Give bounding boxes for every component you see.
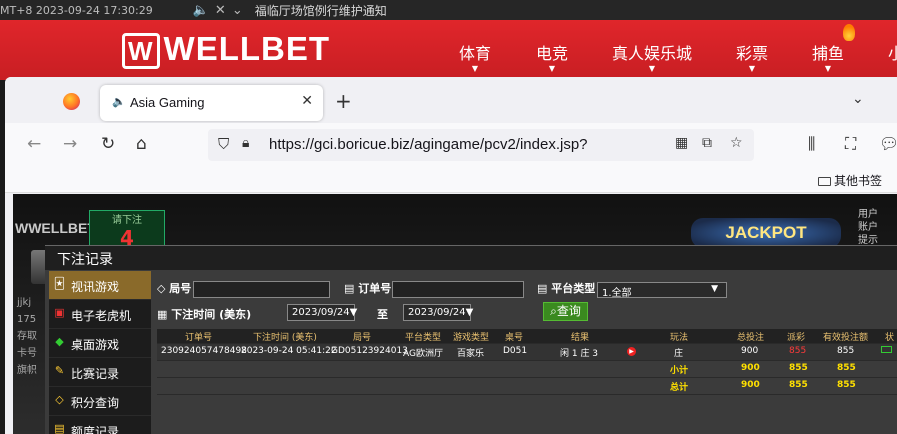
- bookmark-folder-other[interactable]: 其他书签: [818, 172, 882, 189]
- menu-live-games[interactable]: 🃏 视讯游戏: [49, 271, 151, 300]
- nav-esports[interactable]: 电竞 ▼: [536, 40, 568, 73]
- nav-lottery[interactable]: 彩票 ▼: [736, 40, 768, 73]
- tab-asia-gaming[interactable]: 🔈 Asia Gaming ✕: [100, 85, 323, 121]
- chevron-down-icon: ▼: [471, 64, 479, 73]
- lock-icon[interactable]: 🔒︎: [242, 135, 249, 151]
- slot-icon: ▣: [54, 306, 65, 319]
- game-logo: WWELLBET: [15, 220, 96, 236]
- chevron-down-icon: ▼: [748, 64, 756, 73]
- flame-icon: [843, 24, 855, 41]
- order-input[interactable]: [392, 281, 524, 298]
- platform-label: ▤ 平台类型: [537, 282, 596, 295]
- chips-icon: ◆: [55, 335, 64, 348]
- bookmarks-bar: 其他书签: [5, 167, 897, 193]
- site-header: W WELLBET 体育 ▼ 电竞 ▼ 真人娱乐城 ▼ 彩票 ▼ 捕鱼 ▼ 小: [0, 20, 897, 80]
- chevron-down-icon: ▼: [711, 284, 718, 294]
- reload-icon[interactable]: ↻: [101, 134, 115, 154]
- library-icon[interactable]: ⫼: [808, 134, 815, 154]
- right-info: 用户 账户 提示: [858, 209, 878, 246]
- crop-icon[interactable]: ⛶: [845, 134, 856, 154]
- url-text[interactable]: https://gci.boricue.biz/agingame/pcv2/in…: [269, 136, 588, 153]
- bet-table: 订单号 下注时间 (美东) 局号 平台类型 游戏类型 桌号 结果 玩法 总投注 …: [157, 329, 897, 395]
- bet-record-dialog: 下注记录 🃏 视讯游戏 ▣ 电子老虎机 ◆ 桌面游戏 ✎ 比赛记录 ◇ 积分查询 ▤ 额度记…: [45, 245, 897, 434]
- shield-icon[interactable]: ⛉: [218, 135, 229, 153]
- forward-icon[interactable]: →: [63, 134, 77, 154]
- chevron-down-icon[interactable]: ⌄: [852, 91, 864, 107]
- menu-table-games[interactable]: ◆ 桌面游戏: [49, 329, 151, 358]
- tab-title: Asia Gaming: [130, 95, 205, 110]
- chat-icon[interactable]: 💬︎: [879, 134, 897, 153]
- chevron-down-icon: ▼: [648, 64, 656, 73]
- time-label: ▦ 下注时间 (美东): [157, 308, 252, 321]
- jackpot-banner[interactable]: JACKPOT: [691, 218, 841, 248]
- menu-credit-records[interactable]: ▤ 额度记录: [49, 416, 151, 434]
- query-button[interactable]: ⌕查询: [543, 302, 588, 321]
- folder-icon: [818, 177, 831, 186]
- menu-match-records[interactable]: ✎ 比赛记录: [49, 358, 151, 387]
- back-icon[interactable]: ←: [27, 134, 41, 154]
- date-to-select[interactable]: 2023/09/24▼: [403, 304, 473, 321]
- status-icon: [881, 346, 892, 356]
- firefox-icon[interactable]: [63, 93, 80, 110]
- ticker-notice[interactable]: 福临厅场馆例行维护通知: [255, 2, 387, 19]
- search-icon: ⌕: [550, 304, 557, 318]
- table-row[interactable]: 230924057478498 2023-09-24 05:41:22 GD05…: [157, 344, 897, 361]
- wellbet-logo[interactable]: W WELLBET: [122, 30, 330, 69]
- qr-code-icon[interactable]: ▦: [675, 135, 688, 151]
- screenshot-icon[interactable]: ⧉: [702, 135, 712, 151]
- table-header: 订单号 下注时间 (美东) 局号 平台类型 游戏类型 桌号 结果 玩法 总投注 …: [157, 329, 897, 344]
- nav-live-casino[interactable]: 真人娱乐城 ▼: [612, 40, 692, 73]
- menu-points-query[interactable]: ◇ 积分查询: [49, 387, 151, 416]
- notice-ticker: MT+8 2023-09-24 17:30:29 🔈✕⌄ 福临厅场馆例行维护通知: [0, 0, 897, 20]
- order-label: ▤ 订单号: [344, 282, 392, 295]
- nav-more[interactable]: 小: [888, 40, 897, 64]
- chevron-down-icon: ▼: [824, 64, 832, 73]
- address-bar[interactable]: ⛉ 🔒︎ https://gci.boricue.biz/agingame/pc…: [208, 129, 754, 161]
- nav-bar: ← → ↻ ⌂ ⛉ 🔒︎ https://gci.boricue.biz/agi…: [5, 123, 897, 167]
- date-from-select[interactable]: 2023/09/24▼: [287, 304, 357, 321]
- cards-icon: 🃏: [53, 277, 66, 290]
- platform-select[interactable]: 1.全部 ▼: [597, 282, 727, 299]
- speaker-icon[interactable]: 🔈✕⌄: [193, 3, 249, 18]
- note-icon: ▤: [54, 422, 65, 434]
- round-input[interactable]: [193, 281, 330, 298]
- round-label: ◇ 局号: [157, 282, 192, 295]
- screen: MT+8 2023-09-24 17:30:29 🔈✕⌄ 福临厅场馆例行维护通知…: [0, 0, 897, 434]
- record-menu: 🃏 视讯游戏 ▣ 电子老虎机 ◆ 桌面游戏 ✎ 比赛记录 ◇ 积分查询 ▤ 额度记录: [49, 271, 151, 434]
- diamond-icon: ◇: [55, 393, 64, 406]
- ticker-time: MT+8 2023-09-24 17:30:29: [0, 3, 153, 17]
- home-icon[interactable]: ⌂: [136, 134, 147, 154]
- nav-fishing[interactable]: 捕鱼 ▼: [812, 40, 844, 73]
- new-tab-icon[interactable]: +: [335, 89, 352, 113]
- chevron-down-icon: ▼: [548, 64, 556, 73]
- video-replay-icon[interactable]: ▶: [627, 346, 636, 356]
- dialog-title: 下注记录: [45, 246, 897, 270]
- record-icon: ✎: [54, 364, 65, 377]
- subtotal-row: 小计 900 855 855: [157, 361, 897, 378]
- close-icon[interactable]: ✕: [301, 93, 313, 109]
- total-row: 总计 900 855 855: [157, 378, 897, 395]
- speaker-icon[interactable]: 🔈: [112, 95, 126, 108]
- to-label: 至: [377, 308, 388, 321]
- star-icon[interactable]: ☆: [730, 135, 743, 151]
- tab-bar: 🔈 Asia Gaming ✕ + ⌄: [5, 77, 897, 123]
- menu-slots[interactable]: ▣ 电子老虎机: [49, 300, 151, 329]
- nav-sports[interactable]: 体育 ▼: [459, 40, 491, 73]
